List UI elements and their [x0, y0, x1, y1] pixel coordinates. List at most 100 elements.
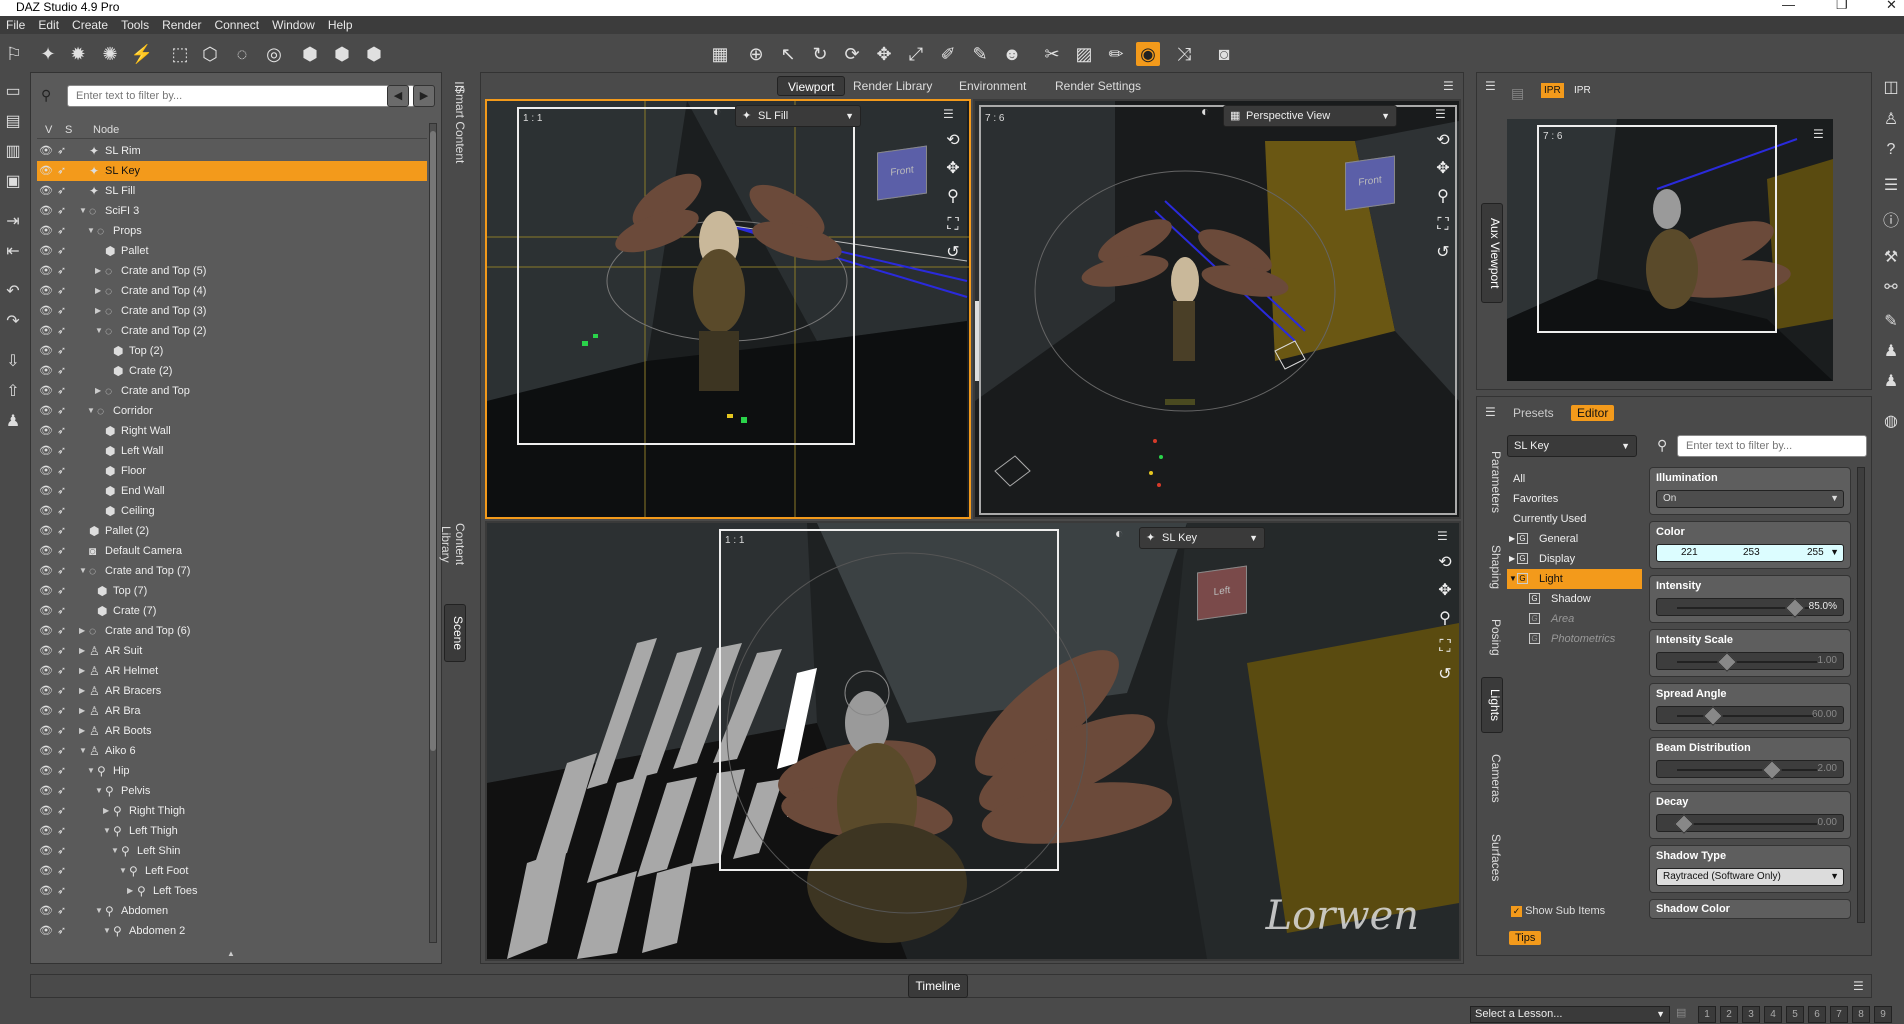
- select-arrow-icon[interactable]: ➶: [57, 141, 73, 161]
- select-arrow-icon[interactable]: ➶: [57, 461, 73, 481]
- slider-knob[interactable]: [1762, 760, 1783, 780]
- select-arrow-icon[interactable]: ➶: [57, 921, 73, 941]
- tree-row[interactable]: 👁 ➶ ▶ ♙ AR Bra: [37, 701, 427, 721]
- lesson-list-icon[interactable]: ▤: [1676, 1006, 1694, 1023]
- frame-grid-icon[interactable]: ▦: [708, 42, 732, 66]
- brush-icon[interactable]: ✎: [1881, 312, 1901, 332]
- intensity-slider[interactable]: 85.0%: [1656, 598, 1844, 618]
- tree-row[interactable]: 👁 ➶ ✦ SL Rim: [37, 141, 427, 161]
- scene-scroll-thumb[interactable]: [430, 131, 436, 751]
- lesson-page-button[interactable]: 9: [1874, 1006, 1892, 1023]
- tab-render-library[interactable]: Render Library: [843, 76, 942, 96]
- list-icon[interactable]: ☰: [1881, 176, 1901, 196]
- select-arrow-icon[interactable]: ➶: [57, 681, 73, 701]
- view1-menu-icon[interactable]: ☰: [943, 107, 954, 121]
- prop-icon[interactable]: ⬢: [298, 42, 322, 66]
- expand-arrow-icon[interactable]: ▶: [95, 381, 101, 401]
- slider-knob[interactable]: [1784, 598, 1805, 618]
- tree-row[interactable]: 👁 ➶ ▶ ◌ Crate and Top (5): [37, 261, 427, 281]
- shader-brush-icon[interactable]: ✏: [1104, 42, 1128, 66]
- view3-camera-select[interactable]: ✦ SL Key ▼: [1139, 527, 1265, 549]
- maximize-icon[interactable]: ❐: [1836, 0, 1848, 12]
- tree-row[interactable]: 👁 ➶ ▶ ⚲ Left Toes: [37, 881, 427, 901]
- spread-angle-slider[interactable]: 60.00: [1656, 706, 1844, 726]
- expand-arrow-icon[interactable]: ▶: [79, 621, 85, 641]
- tree-row[interactable]: 👁 ➶ ⬢ Pallet: [37, 241, 427, 261]
- minimize-icon[interactable]: —: [1782, 0, 1795, 12]
- expand-arrow-icon[interactable]: ▶: [79, 701, 85, 721]
- tree-row[interactable]: 👁 ➶ ▼ ⚲ Left Thigh: [37, 821, 427, 841]
- figure-pose-icon[interactable]: ☻: [1000, 42, 1024, 66]
- tree-row[interactable]: 👁 ➶ ▶ ♙ AR Suit: [37, 641, 427, 661]
- menu-file[interactable]: File: [0, 18, 32, 32]
- load-figure-icon[interactable]: ⇩: [3, 352, 23, 372]
- spot-light-icon[interactable]: ✦: [36, 42, 60, 66]
- select-arrow-icon[interactable]: ➶: [57, 561, 73, 581]
- tab-scene[interactable]: Scene: [444, 604, 466, 662]
- eye-icon[interactable]: 👁: [39, 781, 55, 801]
- tree-row[interactable]: 👁 ➶ ▶ ◌ Crate and Top (6): [37, 621, 427, 641]
- collapse-arrow-icon[interactable]: ▼: [87, 221, 95, 241]
- select-arrow-icon[interactable]: ➶: [57, 221, 73, 241]
- eye-icon[interactable]: 👁: [39, 621, 55, 641]
- eye-icon[interactable]: 👁: [39, 481, 55, 501]
- scene-panel-menu-icon[interactable]: ☰: [454, 80, 465, 94]
- select-arrow-icon[interactable]: ➶: [57, 401, 73, 421]
- select-arrow-icon[interactable]: ➶: [57, 301, 73, 321]
- import-icon[interactable]: ⇥: [3, 212, 23, 232]
- eye-icon[interactable]: 👁: [39, 601, 55, 621]
- select-arrow-icon[interactable]: ➶: [57, 421, 73, 441]
- property-group-item[interactable]: Currently Used: [1507, 509, 1642, 529]
- property-group-item[interactable]: G Photometrics: [1507, 629, 1642, 649]
- select-arrow-icon[interactable]: ➶: [57, 201, 73, 221]
- eye-icon[interactable]: 👁: [39, 761, 55, 781]
- eye-icon[interactable]: 👁: [39, 381, 55, 401]
- beam-distribution-slider[interactable]: 2.00: [1656, 760, 1844, 780]
- figure-tool-icon[interactable]: ⚐: [2, 42, 26, 66]
- lesson-page-button[interactable]: 7: [1830, 1006, 1848, 1023]
- lesson-select[interactable]: Select a Lesson... ▼: [1470, 1006, 1670, 1023]
- tab-timeline[interactable]: Timeline: [908, 974, 968, 998]
- checkbox-checked-icon[interactable]: ✓: [1511, 906, 1522, 917]
- eye-icon[interactable]: 👁: [39, 881, 55, 901]
- lights-menu-icon[interactable]: ☰: [1485, 405, 1496, 419]
- aux-view[interactable]: 7 : 6 ☰: [1507, 119, 1833, 381]
- view2-camera-select[interactable]: ▦ Perspective View ▼: [1223, 105, 1397, 127]
- scale-tool-icon[interactable]: ⤢: [904, 42, 928, 66]
- select-arrow-icon[interactable]: ➶: [57, 901, 73, 921]
- orbit-icon[interactable]: ⟲: [1433, 549, 1457, 577]
- tab-aux-viewport[interactable]: Aux Viewport: [1481, 203, 1503, 303]
- figure-pose-icon[interactable]: ♟: [1881, 372, 1901, 392]
- eye-icon[interactable]: 👁: [39, 241, 55, 261]
- select-arrow-icon[interactable]: ➶: [57, 841, 73, 861]
- select-arrow-icon[interactable]: ➶: [57, 701, 73, 721]
- menu-window[interactable]: Window: [266, 18, 322, 32]
- select-arrow-icon[interactable]: ➶: [57, 501, 73, 521]
- property-group-item[interactable]: ▶ G Display: [1507, 549, 1642, 569]
- light-node-select[interactable]: SL Key ▼: [1507, 435, 1637, 457]
- eye-icon[interactable]: 👁: [39, 841, 55, 861]
- lesson-page-button[interactable]: 3: [1742, 1006, 1760, 1023]
- expand-arrow-icon[interactable]: ▶: [79, 641, 85, 661]
- view3-menu-icon[interactable]: ☰: [1437, 529, 1448, 543]
- orbit-icon[interactable]: ⟲: [941, 127, 965, 155]
- select-arrow-icon[interactable]: ➶: [57, 381, 73, 401]
- expand-arrow-icon[interactable]: ▶: [103, 801, 109, 821]
- props-scrollbar[interactable]: [1857, 467, 1865, 923]
- eye-icon[interactable]: 👁: [39, 441, 55, 461]
- tree-row[interactable]: 👁 ➶ ▼ ⚲ Left Shin: [37, 841, 427, 861]
- select-arrow-icon[interactable]: ➶: [57, 601, 73, 621]
- frame-icon[interactable]: ⛶: [941, 211, 965, 239]
- eye-icon[interactable]: 👁: [39, 301, 55, 321]
- select-arrow-icon[interactable]: ➶: [57, 621, 73, 641]
- figure-icon[interactable]: ♙: [1881, 110, 1901, 130]
- header-node[interactable]: Node: [93, 124, 119, 136]
- pan-icon[interactable]: ✥: [941, 155, 965, 183]
- lesson-page-button[interactable]: 6: [1808, 1006, 1826, 1023]
- collapse-arrow-icon[interactable]: ▼: [79, 201, 87, 221]
- header-visibility[interactable]: V: [45, 124, 52, 136]
- expand-arrow-icon[interactable]: ▶: [79, 661, 85, 681]
- select-arrow-icon[interactable]: ➶: [57, 641, 73, 661]
- tree-row[interactable]: 👁 ➶ ▶ ◌ Crate and Top (4): [37, 281, 427, 301]
- tree-row[interactable]: 👁 ➶ ⬢ Top (2): [37, 341, 427, 361]
